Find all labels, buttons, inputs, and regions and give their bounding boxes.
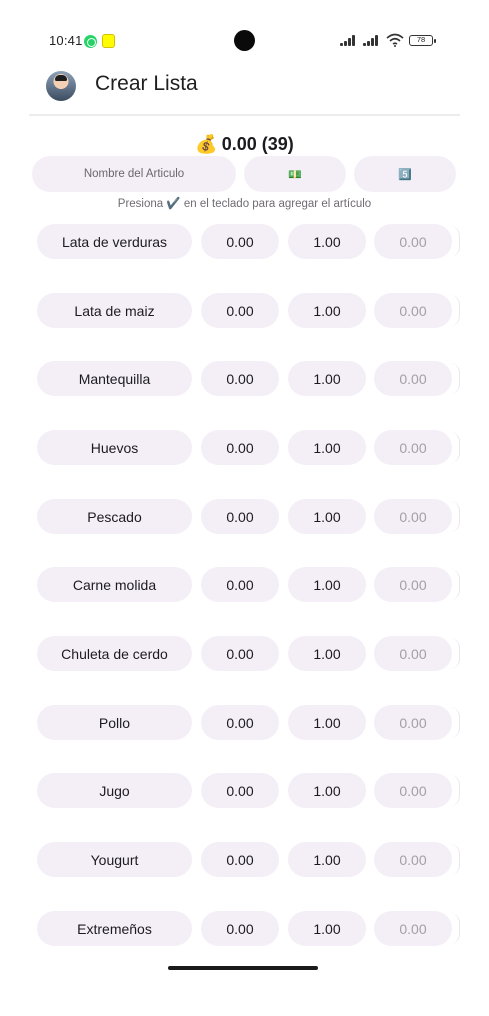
item-name-field[interactable]: Pollo [37,705,192,740]
item-subtotal-field: 0.00 [374,705,452,740]
item-name-field[interactable]: Carne molida [37,567,192,602]
whatsapp-notification-icon [84,35,97,48]
add-item-form: Nombre del Articulo 💵 5️⃣ [32,156,456,192]
item-quantity-field[interactable]: 1.00 [288,842,366,877]
list-item: Lata de verduras 0.00 1.00 0.00 [37,224,460,259]
item-quantity-field[interactable]: 1.00 [288,224,366,259]
item-quantity-field[interactable]: 1.00 [288,636,366,671]
item-subtotal-field: 0.00 [374,430,452,465]
total-value: 0.00 (39) [221,134,294,154]
item-name-field[interactable]: Yougurt [37,842,192,877]
item-name-field[interactable]: Jugo [37,773,192,808]
item-price-field[interactable]: 0.00 [201,705,279,740]
row-edge [450,844,460,875]
item-quantity-field[interactable]: 1.00 [288,911,366,946]
item-subtotal-field: 0.00 [374,911,452,946]
row-edge [450,569,460,600]
row-edge [450,707,460,738]
item-quantity-field[interactable]: 1.00 [288,567,366,602]
item-price-field[interactable]: 0.00 [201,430,279,465]
item-name-field[interactable]: Chuleta de cerdo [37,636,192,671]
row-edge [450,226,460,257]
row-edge [450,775,460,806]
battery-icon: 78 [409,35,436,46]
list-item: Pescado 0.00 1.00 0.00 [37,499,460,534]
item-price-field[interactable]: 0.00 [201,567,279,602]
item-name-field[interactable]: Pescado [37,499,192,534]
snapchat-notification-icon [102,34,115,48]
item-subtotal-field: 0.00 [374,842,452,877]
list-item: Mantequilla 0.00 1.00 0.00 [37,361,460,396]
status-time: 10:41 [49,33,83,48]
row-edge [450,501,460,532]
signal-strength-icon-2 [363,34,383,46]
item-price-field[interactable]: 0.00 [201,499,279,534]
item-quantity-field[interactable]: 1.00 [288,499,366,534]
list-total: 💰 0.00 (39) [0,134,489,155]
list-item: Huevos 0.00 1.00 0.00 [37,430,460,465]
avatar[interactable] [46,71,76,101]
row-edge [450,432,460,463]
signal-strength-icon [340,34,360,46]
item-price-field[interactable]: 0.00 [201,773,279,808]
item-price-field[interactable]: 0.00 [201,361,279,396]
item-price-field[interactable]: 0.00 [201,293,279,328]
header-divider [29,114,460,116]
list-item: Pollo 0.00 1.00 0.00 [37,705,460,740]
item-quantity-field[interactable]: 1.00 [288,361,366,396]
row-edge [450,913,460,944]
add-item-hint: Presiona ✔️ en el teclado para agregar e… [117,198,372,210]
item-name-input[interactable]: Nombre del Articulo [32,156,236,192]
item-price-field[interactable]: 0.00 [201,636,279,671]
item-quantity-field[interactable]: 1.00 [288,773,366,808]
item-quantity-input[interactable]: 5️⃣ [354,156,456,192]
list-item: Jugo 0.00 1.00 0.00 [37,773,460,808]
app-bar: Crear Lista [0,64,489,110]
list-item: Yougurt 0.00 1.00 0.00 [37,842,460,877]
row-edge [450,363,460,394]
item-price-field[interactable]: 0.00 [201,911,279,946]
money-bag-icon: 💰 [195,134,218,154]
item-quantity-field[interactable]: 1.00 [288,293,366,328]
camera-cutout [234,30,255,51]
item-subtotal-field: 0.00 [374,499,452,534]
item-name-field[interactable]: Huevos [37,430,192,465]
item-subtotal-field: 0.00 [374,636,452,671]
item-price-input[interactable]: 💵 [244,156,346,192]
wifi-icon [386,33,404,47]
list-item: Chuleta de cerdo 0.00 1.00 0.00 [37,636,460,671]
item-subtotal-field: 0.00 [374,224,452,259]
list-item: Extremeños 0.00 1.00 0.00 [37,911,460,946]
row-edge [450,295,460,326]
item-price-field[interactable]: 0.00 [201,224,279,259]
row-edge [450,638,460,669]
item-quantity-field[interactable]: 1.00 [288,705,366,740]
home-indicator[interactable] [168,966,318,970]
item-subtotal-field: 0.00 [374,567,452,602]
item-name-field[interactable]: Lata de verduras [37,224,192,259]
list-item: Carne molida 0.00 1.00 0.00 [37,567,460,602]
item-subtotal-field: 0.00 [374,293,452,328]
item-price-field[interactable]: 0.00 [201,842,279,877]
item-quantity-field[interactable]: 1.00 [288,430,366,465]
item-name-field[interactable]: Lata de maiz [37,293,192,328]
item-subtotal-field: 0.00 [374,361,452,396]
item-subtotal-field: 0.00 [374,773,452,808]
list-item: Lata de maiz 0.00 1.00 0.00 [37,293,460,328]
page-title: Crear Lista [95,72,198,95]
item-name-field[interactable]: Extremeños [37,911,192,946]
item-name-field[interactable]: Mantequilla [37,361,192,396]
